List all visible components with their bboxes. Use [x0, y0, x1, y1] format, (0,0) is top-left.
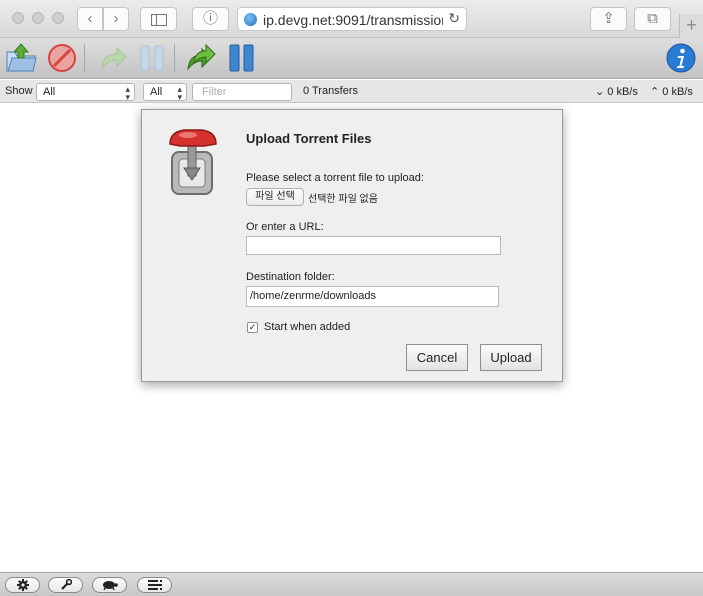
sidebar-icon — [150, 14, 167, 26]
filter-bar: Show All ▴ ▾ All ▴ ▾ Filter 0 Transfers ⌄ … — [0, 80, 703, 103]
address-bar[interactable]: ip.devg.net:9091/transmission/ ↻ — [237, 7, 467, 31]
resume-all-icon[interactable] — [185, 42, 217, 74]
destination-input[interactable]: /home/zenrme/downloads — [246, 286, 499, 307]
tabs-icon: ⧉ — [647, 10, 658, 27]
select-file-label: Please select a torrent file to upload: — [246, 172, 424, 184]
globe-icon — [244, 13, 257, 26]
show-label: Show — [5, 85, 33, 97]
destination-label: Destination folder: — [246, 271, 335, 283]
toolbar-divider — [174, 44, 175, 72]
url-input[interactable] — [246, 236, 501, 255]
resume-selected-icon[interactable] — [97, 42, 129, 74]
select-arrows-icon: ▴ ▾ — [177, 84, 182, 102]
minimize-window-button[interactable] — [32, 12, 44, 24]
state-filter-select[interactable]: All ▴ ▾ — [36, 83, 135, 102]
download-arrow-icon: ⌄ — [595, 86, 605, 98]
plus-icon: + — [686, 15, 697, 35]
pause-all-icon[interactable] — [226, 42, 258, 74]
chevron-left-icon: ‹ — [87, 10, 93, 27]
turtle-speed-icon — [102, 581, 118, 591]
upload-dialog: Upload Torrent Files Please select a tor… — [141, 109, 563, 382]
download-speed: ⌄ 0 kB/s — [595, 86, 638, 98]
close-window-button[interactable] — [12, 12, 24, 24]
toolbar-divider — [84, 44, 85, 72]
transfers-count: 0 Transfers — [303, 85, 359, 97]
upload-arrow-icon: ⌃ — [650, 86, 660, 98]
pause-selected-icon[interactable] — [136, 42, 168, 74]
share-button[interactable]: ⇪ — [590, 7, 627, 31]
tracker-filter-select[interactable]: All ▴ ▾ — [143, 83, 187, 102]
upload-button[interactable]: Upload — [480, 344, 542, 371]
bottom-toolbar — [0, 572, 703, 596]
transmission-toolbar — [0, 38, 703, 79]
sidebar-button[interactable] — [140, 7, 177, 31]
tracker-filter-value: All — [150, 86, 163, 98]
open-torrent-icon[interactable] — [5, 42, 37, 74]
share-icon: ⇪ — [602, 10, 615, 27]
cancel-button[interactable]: Cancel — [406, 344, 468, 371]
transmission-logo-icon — [169, 129, 217, 195]
chevron-right-icon: › — [113, 10, 119, 27]
url-text: ip.devg.net:9091/transmission/ — [263, 12, 443, 28]
remove-torrent-icon[interactable] — [46, 42, 78, 74]
start-when-added-checkbox[interactable]: ✓ — [247, 322, 258, 333]
dialog-title: Upload Torrent Files — [246, 131, 372, 146]
select-arrows-icon: ▴ ▾ — [125, 84, 130, 102]
url-label: Or enter a URL: — [246, 221, 324, 233]
compact-view-icon — [147, 580, 162, 590]
forward-button[interactable]: › — [103, 7, 129, 31]
settings-button[interactable] — [5, 577, 40, 593]
new-tab-button[interactable]: + — [679, 14, 703, 38]
upload-speed: ⌃ 0 kB/s — [650, 86, 693, 98]
state-filter-value: All — [43, 86, 56, 98]
back-button[interactable]: ‹ — [77, 7, 103, 31]
settings-gear-icon — [16, 579, 29, 591]
filter-input[interactable]: Filter — [192, 83, 292, 101]
turtle-mode-button[interactable] — [92, 577, 127, 593]
inspector-icon[interactable] — [665, 42, 697, 74]
info-circle-icon: ⓘ — [202, 10, 218, 27]
show-tabs-button[interactable]: ⧉ — [634, 7, 671, 31]
browser-toolbar: ‹ › ⓘ ip.devg.net:9091/transmission/ ↻ ⇪… — [0, 0, 703, 38]
compact-view-button[interactable] — [137, 577, 172, 593]
choose-file-button[interactable]: 파일 선택 — [246, 188, 304, 206]
preferences-button[interactable] — [48, 577, 83, 593]
preferences-wrench-icon — [60, 578, 72, 590]
start-when-added-label: Start when added — [264, 321, 351, 333]
zoom-window-button[interactable] — [52, 12, 64, 24]
checkmark-icon: ✓ — [248, 322, 257, 332]
reload-icon[interactable]: ↻ — [448, 10, 460, 27]
file-status-text: 선택한 파일 없음 — [308, 194, 378, 205]
privacy-report-button[interactable]: ⓘ — [192, 7, 229, 31]
